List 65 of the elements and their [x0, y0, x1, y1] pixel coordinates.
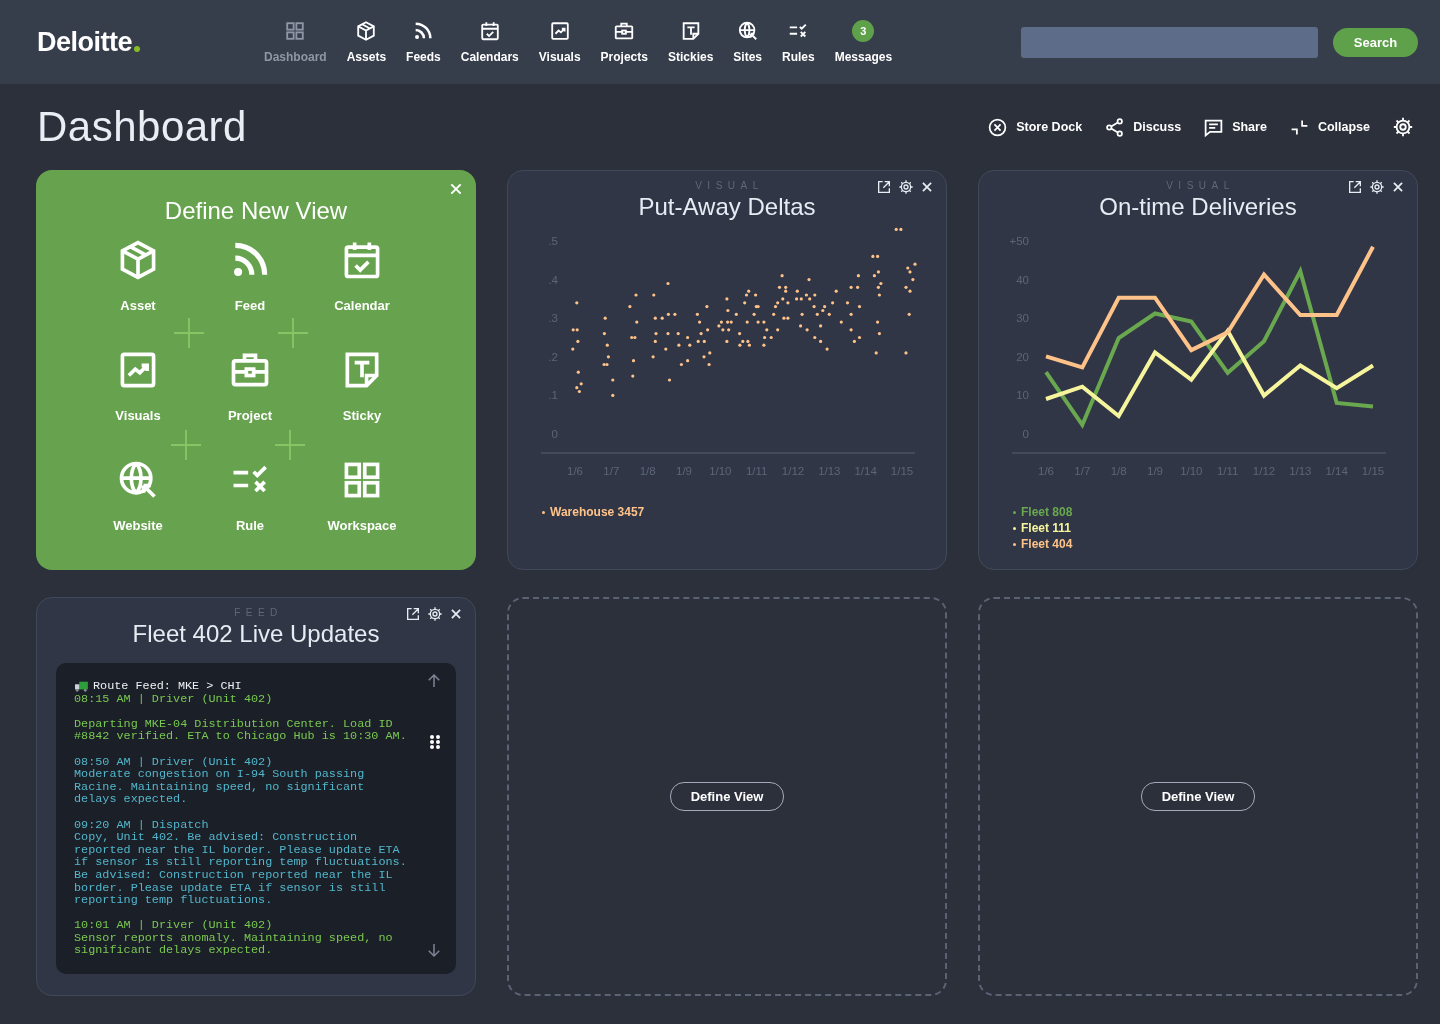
plus-icon: [174, 318, 204, 348]
grid-icon: [284, 20, 307, 42]
share-nodes-icon: [1104, 116, 1126, 138]
feed-message: Departing MKE-04 Distribution Center. Load ID #8842 verified. ETA to Chicago Hub is 10:30 AM.: [74, 717, 408, 743]
settings-icon[interactable]: [898, 179, 914, 195]
drag-handle-icon[interactable]: [429, 734, 441, 750]
close-icon[interactable]: [1391, 180, 1405, 194]
cube-icon: [355, 20, 378, 42]
nav-tab[interactable]: Stickies: [667, 20, 714, 64]
define-view-button[interactable]: Define View: [1140, 782, 1256, 811]
toolbar-button[interactable]: Share: [1203, 116, 1267, 138]
nav-tab[interactable]: 3 Messages: [834, 20, 893, 64]
external-link-icon[interactable]: [876, 179, 892, 195]
logo: Deloitte: [37, 26, 132, 58]
legend-label: Fleet 808: [1021, 505, 1073, 519]
external-link-icon[interactable]: [405, 606, 421, 622]
legend-dot-icon: [1013, 526, 1016, 530]
plus-icon: [171, 430, 201, 460]
arrow-down-icon[interactable]: [425, 941, 443, 959]
rss-icon: [412, 20, 435, 42]
chart-image-icon: [548, 20, 571, 42]
circle-x-icon: [987, 116, 1009, 138]
toolbar-button[interactable]: Store Dock: [987, 116, 1083, 138]
arrow-up-icon[interactable]: [425, 672, 443, 690]
toolbar-button[interactable]: Discuss: [1104, 116, 1182, 138]
legend-label: Fleet 404: [1021, 537, 1073, 551]
close-icon[interactable]: [449, 607, 463, 621]
nav-tab[interactable]: Dashboard: [264, 20, 327, 64]
external-link-icon[interactable]: [1347, 179, 1363, 195]
nav-tab[interactable]: Sites: [733, 20, 762, 64]
search-field[interactable]: [1021, 26, 1318, 58]
plus-icon: [275, 430, 305, 460]
count-badge: 3: [852, 20, 875, 42]
plus-icon: [278, 318, 308, 348]
legend-dot-icon: [1013, 542, 1016, 546]
nav-tab[interactable]: Rules: [782, 20, 815, 64]
calendar-check-icon: [478, 20, 501, 42]
nav-tab[interactable]: Feeds: [406, 20, 441, 64]
card-title: Put-Away Deltas: [638, 192, 816, 222]
close-icon[interactable]: [920, 180, 934, 194]
nav-tab[interactable]: Visuals: [538, 20, 581, 64]
legend-dot-icon: [542, 510, 545, 514]
toolbar-button[interactable]: Collapse: [1288, 116, 1370, 138]
card-title: Define New View: [164, 196, 348, 226]
feed-title: Route Feed: MKE > CHI: [93, 680, 242, 693]
nav-tab[interactable]: Calendars: [460, 20, 519, 64]
briefcase-icon: [613, 20, 636, 42]
globe-icon: [736, 20, 759, 42]
legend-dot-icon: [1013, 510, 1016, 514]
card-title: Fleet 402 Live Updates: [132, 619, 380, 649]
nav-tab[interactable]: Projects: [600, 20, 648, 64]
nav-tab[interactable]: Assets: [346, 20, 387, 64]
legend-label: Fleet 111: [1021, 521, 1072, 535]
define-view-button[interactable]: Define View: [669, 782, 785, 811]
truck-icon: [74, 680, 88, 693]
feed-message: 09:20 AM | Dispatch Copy, Unit 402. Be advised: Construction reported near the IL border. Please update ETA if sensor is still reporting temp fluctuations. Be advised: Construction reported near the IL border. Please update ETA if sensor is still reporting temp fluctuations.: [74, 818, 408, 907]
page-title: Dashboard: [37, 103, 247, 151]
logo-dot-icon: [134, 45, 140, 52]
feed-message: 08:15 AM | Driver (Unit 402): [74, 692, 274, 706]
feed-message: 08:50 AM | Driver (Unit 402) Moderate congestion on I-94 South passing Racine. Maintaining speed, no significant delays expected.: [74, 755, 366, 806]
settings-icon[interactable]: [1369, 179, 1385, 195]
card-title: On-time Deliveries: [1099, 192, 1297, 222]
settings-icon[interactable]: [427, 606, 443, 622]
feed-message: 10:01 AM | Driver (Unit 402) Sensor reports anomaly. Maintaining speed, no significant delays expected.: [74, 919, 394, 958]
legend-label: Warehouse 3457: [550, 505, 645, 519]
